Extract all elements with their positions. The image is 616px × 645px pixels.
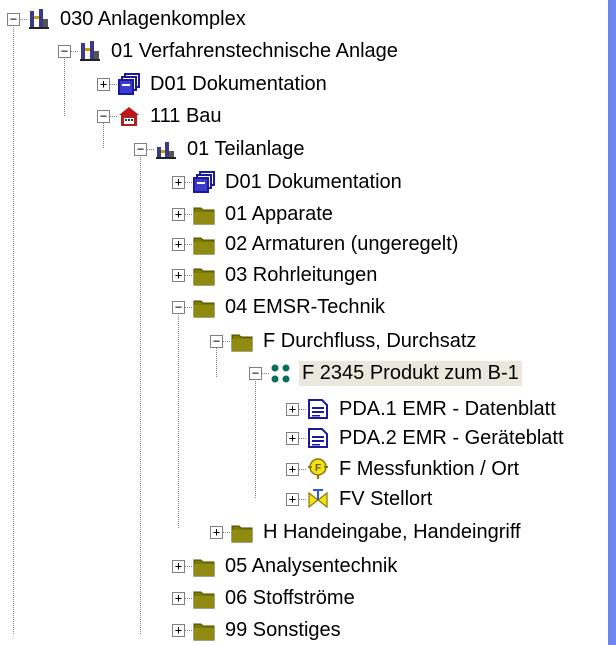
datasheet-icon: [306, 426, 330, 450]
tree-connector: [255, 378, 256, 498]
expand-toggle[interactable]: +: [172, 592, 185, 605]
expand-toggle[interactable]: +: [286, 493, 299, 506]
tree-node-label[interactable]: FV Stellort: [336, 487, 435, 512]
folder-icon: [230, 520, 254, 544]
tree-connector: [13, 22, 14, 634]
folder-icon: [192, 232, 216, 256]
expand-toggle[interactable]: +: [172, 176, 185, 189]
tree-node[interactable]: 06 Stoffströme: [192, 583, 358, 613]
sub-plant-icon: [154, 137, 178, 161]
folder-icon: [192, 618, 216, 642]
tree-node-label[interactable]: 01 Apparate: [222, 202, 336, 227]
tree-node[interactable]: FV Stellort: [306, 484, 435, 514]
tree-node-label[interactable]: 03 Rohrleitungen: [222, 263, 380, 288]
tree-node-label[interactable]: F 2345 Produkt zum B-1: [299, 360, 522, 386]
tree-node-label[interactable]: H Handeingabe, Handeingriff: [260, 520, 524, 545]
tree-node[interactable]: 99 Sonstiges: [192, 615, 344, 645]
tree-connector: [64, 50, 65, 116]
documentation-stack-icon: [192, 170, 216, 194]
tree-node-label[interactable]: 111 Bau: [147, 104, 225, 129]
expand-toggle[interactable]: +: [172, 269, 185, 282]
measurement-point-icon: [269, 361, 293, 385]
tree-node[interactable]: D01 Dokumentation: [117, 69, 330, 99]
tree-connector: [140, 150, 141, 634]
tree-node[interactable]: 05 Analysentechnik: [192, 551, 400, 581]
folder-icon: [230, 329, 254, 353]
tree-node-label[interactable]: 05 Analysentechnik: [222, 554, 400, 579]
tree-view[interactable]: − 030 Anlagenkomplex − 01 Verfahrenstechnis…: [0, 0, 608, 645]
expand-toggle[interactable]: +: [172, 208, 185, 221]
tree-node-label[interactable]: PDA.2 EMR - Geräteblatt: [336, 426, 567, 451]
tree-node[interactable]: 01 Teilanlage: [154, 134, 308, 164]
tree-node[interactable]: PDA.2 EMR - Geräteblatt: [306, 423, 567, 453]
collapse-toggle[interactable]: −: [134, 143, 147, 156]
documentation-stack-icon: [117, 72, 141, 96]
expand-toggle[interactable]: +: [172, 624, 185, 637]
plant-icon: [78, 39, 102, 63]
expand-toggle[interactable]: +: [286, 463, 299, 476]
tree-node[interactable]: 030 Anlagenkomplex: [27, 4, 249, 34]
collapse-toggle[interactable]: −: [97, 110, 110, 123]
svg-text:F: F: [315, 463, 321, 474]
tree-node-label[interactable]: 01 Verfahrenstechnische Anlage: [108, 39, 401, 64]
tree-node-label[interactable]: 04 EMSR-Technik: [222, 295, 388, 320]
tree-node[interactable]: F F Messfunktion / Ort: [306, 454, 522, 484]
collapse-toggle[interactable]: −: [249, 367, 262, 380]
expand-toggle[interactable]: +: [172, 238, 185, 251]
expand-toggle[interactable]: +: [210, 526, 223, 539]
tree-node[interactable]: 01 Verfahrenstechnische Anlage: [78, 36, 401, 66]
tree-node-label[interactable]: D01 Dokumentation: [147, 72, 330, 97]
collapse-toggle[interactable]: −: [58, 45, 71, 58]
tree-node-label[interactable]: D01 Dokumentation: [222, 170, 405, 195]
datasheet-icon: [306, 397, 330, 421]
collapse-toggle[interactable]: −: [210, 335, 223, 348]
tree-node[interactable]: 01 Apparate: [192, 199, 336, 229]
expand-toggle[interactable]: +: [97, 78, 110, 91]
tree-node[interactable]: H Handeingabe, Handeingriff: [230, 517, 524, 547]
tree-node-label[interactable]: 02 Armaturen (ungeregelt): [222, 232, 461, 257]
expand-toggle[interactable]: +: [172, 560, 185, 573]
tree-node-label[interactable]: 01 Teilanlage: [184, 137, 308, 162]
collapse-toggle[interactable]: −: [7, 13, 20, 26]
tree-node[interactable]: D01 Dokumentation: [192, 167, 405, 197]
tree-node[interactable]: 111 Bau: [117, 101, 225, 131]
tree-connector: [178, 313, 179, 528]
folder-icon: [192, 586, 216, 610]
collapse-toggle[interactable]: −: [172, 301, 185, 314]
tree-node[interactable]: F Durchfluss, Durchsatz: [230, 326, 479, 356]
expand-toggle[interactable]: +: [286, 403, 299, 416]
tree-node-label[interactable]: 99 Sonstiges: [222, 618, 344, 643]
measuring-function-icon: F: [306, 457, 330, 481]
tree-node-label[interactable]: F Messfunktion / Ort: [336, 457, 522, 482]
folder-icon: [192, 202, 216, 226]
expand-toggle[interactable]: +: [286, 432, 299, 445]
building-icon: [117, 104, 141, 128]
tree-node[interactable]: 04 EMSR-Technik: [192, 292, 388, 322]
tree-node-label[interactable]: F Durchfluss, Durchsatz: [260, 329, 479, 354]
tree-node[interactable]: 03 Rohrleitungen: [192, 260, 380, 290]
tree-node[interactable]: PDA.1 EMR - Datenblatt: [306, 394, 559, 424]
folder-icon: [192, 263, 216, 287]
tree-node[interactable]: F 2345 Produkt zum B-1: [269, 358, 522, 388]
valve-icon: [306, 487, 330, 511]
tree-node-label[interactable]: 030 Anlagenkomplex: [57, 7, 249, 32]
plant-complex-icon: [27, 7, 51, 31]
tree-node-label[interactable]: PDA.1 EMR - Datenblatt: [336, 397, 559, 422]
folder-icon: [192, 554, 216, 578]
folder-icon: [192, 295, 216, 319]
tree-node-label[interactable]: 06 Stoffströme: [222, 586, 358, 611]
tree-node[interactable]: 02 Armaturen (ungeregelt): [192, 229, 461, 259]
